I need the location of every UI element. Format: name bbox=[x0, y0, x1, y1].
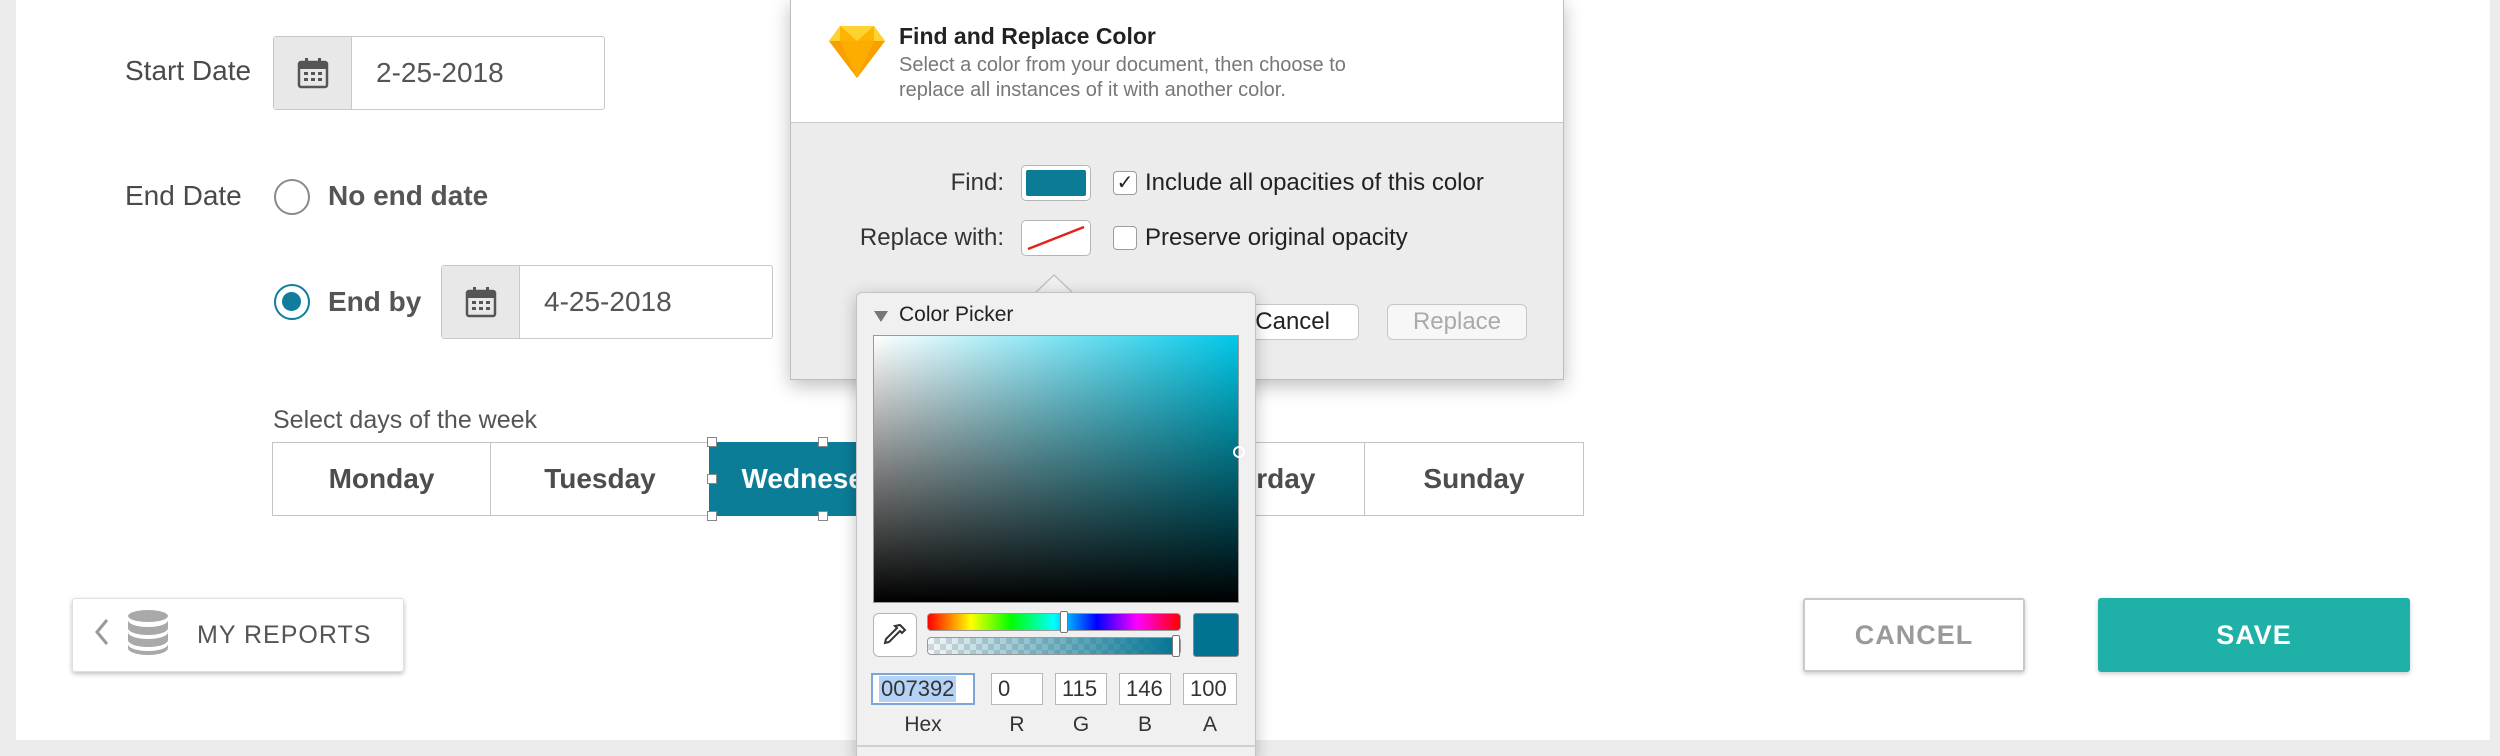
start-date-field[interactable]: 2-25-2018 bbox=[273, 36, 605, 110]
hue-slider-knob[interactable] bbox=[1060, 611, 1068, 633]
hex-value: 007392 bbox=[879, 676, 957, 702]
eyedropper-icon bbox=[883, 623, 907, 645]
alpha-slider-knob[interactable] bbox=[1172, 635, 1180, 657]
selection-handle[interactable] bbox=[707, 511, 717, 521]
database-icon bbox=[125, 608, 171, 663]
color-picker-popover: Color Picker 007392 0 115 146 100 Hex R … bbox=[856, 292, 1256, 756]
chevron-left-icon bbox=[93, 617, 111, 654]
preserve-opacity-checkbox[interactable] bbox=[1113, 226, 1137, 250]
my-reports-button[interactable]: MY REPORTS bbox=[72, 598, 404, 672]
dialog-header: Find and Replace Color Select a color fr… bbox=[791, 0, 1563, 123]
r-input[interactable]: 0 bbox=[991, 673, 1043, 705]
no-end-date-label: No end date bbox=[328, 180, 489, 211]
include-opacities-checkbox[interactable]: ✓ bbox=[1113, 171, 1137, 195]
current-color-swatch bbox=[1193, 613, 1239, 657]
color-cursor[interactable] bbox=[1233, 446, 1245, 458]
popover-arrow bbox=[1034, 274, 1074, 294]
a-input[interactable]: 100 bbox=[1183, 673, 1237, 705]
color-picker-title: Color Picker bbox=[899, 303, 1014, 326]
a-label: A bbox=[1202, 713, 1217, 736]
end-by-label: End by bbox=[328, 286, 422, 317]
calendar-icon[interactable] bbox=[442, 266, 520, 338]
find-color-well[interactable] bbox=[1021, 165, 1091, 201]
b-input[interactable]: 146 bbox=[1119, 673, 1171, 705]
dialog-cancel-button[interactable]: Cancel bbox=[1251, 304, 1359, 340]
replace-with-label: Replace with: bbox=[859, 224, 1004, 251]
include-opacities-label: Include all opacities of this color bbox=[1145, 169, 1484, 196]
day-tuesday[interactable]: Tuesday bbox=[490, 442, 710, 516]
sketch-app-icon bbox=[827, 23, 887, 86]
hex-label: Hex bbox=[904, 713, 942, 736]
g-label: G bbox=[1072, 713, 1090, 736]
selection-handle[interactable] bbox=[707, 437, 717, 447]
dialog-description-line1: Select a color from your document, then … bbox=[899, 54, 1346, 76]
my-reports-label: MY REPORTS bbox=[197, 620, 372, 649]
find-color-swatch bbox=[1026, 170, 1086, 196]
end-by-date-value[interactable]: 4-25-2018 bbox=[520, 266, 772, 338]
g-input[interactable]: 115 bbox=[1055, 673, 1107, 705]
day-sunday[interactable]: Sunday bbox=[1364, 442, 1584, 516]
selection-handle[interactable] bbox=[818, 511, 828, 521]
selection-handle[interactable] bbox=[818, 437, 828, 447]
day-monday[interactable]: Monday bbox=[271, 442, 492, 516]
start-date-value[interactable]: 2-25-2018 bbox=[352, 37, 604, 109]
end-date-label: End Date bbox=[125, 180, 242, 211]
dialog-description-line2: replace all instances of it with another… bbox=[899, 79, 1286, 101]
calendar-icon[interactable] bbox=[274, 37, 352, 109]
preserve-opacity-label: Preserve original opacity bbox=[1145, 224, 1408, 251]
eyedropper-button[interactable] bbox=[873, 613, 917, 657]
selection-handle[interactable] bbox=[707, 474, 717, 484]
dialog-replace-button[interactable]: Replace bbox=[1387, 304, 1527, 340]
save-button[interactable]: SAVE bbox=[2098, 598, 2410, 672]
end-by-radio[interactable] bbox=[274, 284, 310, 320]
r-label: R bbox=[1009, 713, 1025, 736]
start-date-label: Start Date bbox=[125, 55, 252, 86]
hex-input[interactable]: 007392 bbox=[871, 673, 975, 705]
replace-color-well[interactable] bbox=[1021, 220, 1091, 256]
saturation-brightness-field[interactable] bbox=[873, 335, 1245, 603]
alpha-slider[interactable] bbox=[927, 635, 1181, 657]
days-caption: Select days of the week bbox=[273, 406, 538, 434]
picker-divider bbox=[857, 745, 1255, 747]
no-color-icon bbox=[1027, 225, 1085, 251]
hue-slider[interactable] bbox=[927, 611, 1181, 633]
find-label: Find: bbox=[950, 169, 1004, 196]
dialog-title: Find and Replace Color bbox=[899, 23, 1156, 49]
disclosure-triangle-icon[interactable] bbox=[873, 309, 889, 328]
b-label: B bbox=[1137, 713, 1152, 736]
cancel-button[interactable]: CANCEL bbox=[1803, 598, 2025, 672]
end-by-date-field[interactable]: 4-25-2018 bbox=[441, 265, 773, 339]
no-end-date-radio[interactable] bbox=[274, 179, 310, 215]
